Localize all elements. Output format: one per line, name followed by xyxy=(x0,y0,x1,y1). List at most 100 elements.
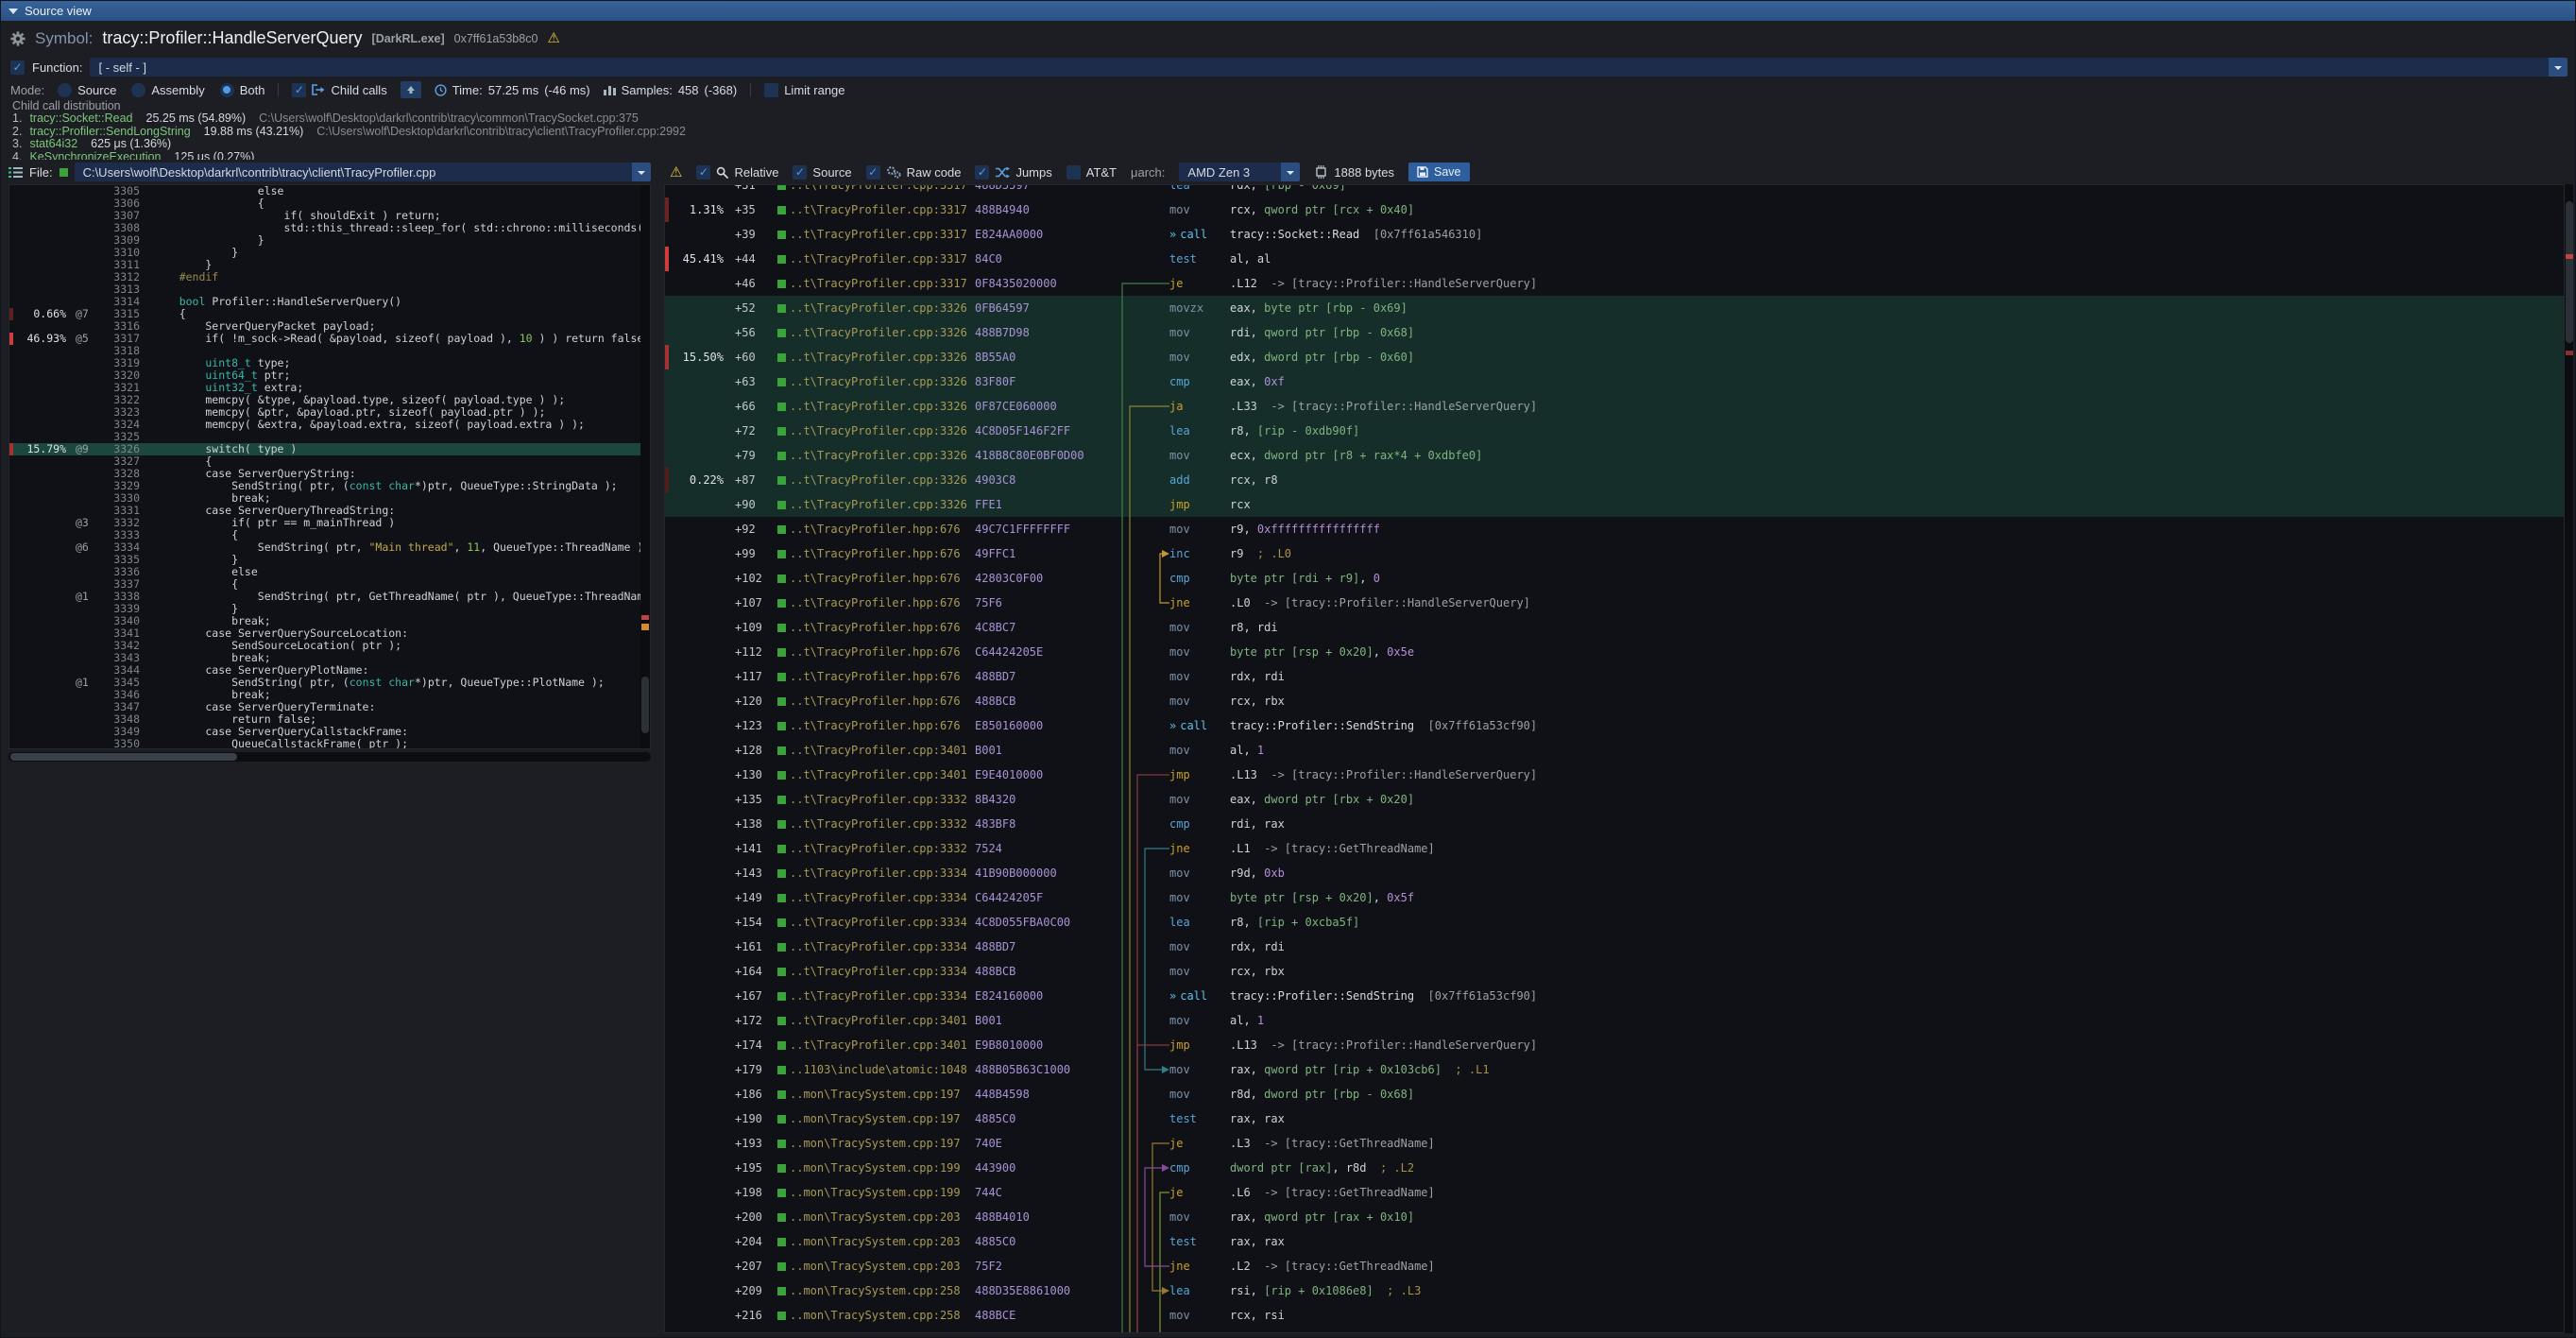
asm-row[interactable]: +141..t\TracyProfiler.cpp:33327524jne.L1… xyxy=(665,836,2564,861)
asm-location[interactable]: ..t\TracyProfiler.cpp:3326 xyxy=(790,419,975,443)
asm-row[interactable]: +123..t\TracyProfiler.hpp:676E850160000»… xyxy=(665,713,2564,738)
chevron-down-icon[interactable] xyxy=(1281,163,1300,181)
source-line[interactable]: 3348 return false; xyxy=(9,713,650,726)
chevron-down-icon[interactable] xyxy=(632,163,651,181)
asm-row[interactable]: 0.22%+87..t\TracyProfiler.cpp:33264903C8… xyxy=(665,468,2564,492)
asm-row[interactable]: +112..t\TracyProfiler.hpp:676C64424205Em… xyxy=(665,640,2564,664)
asm-row[interactable]: +209..mon\TracySystem.cpp:258488D35E8861… xyxy=(665,1278,2564,1303)
collapse-arrow-icon[interactable] xyxy=(9,9,18,14)
source-line[interactable]: 3333 { xyxy=(9,529,650,541)
source-line[interactable]: 3341 case ServerQuerySourceLocation: xyxy=(9,627,650,640)
source-line[interactable]: 3325 xyxy=(9,431,650,443)
source-line[interactable]: 3340 break; xyxy=(9,615,650,627)
source-line[interactable]: 3316 ServerQueryPacket payload; xyxy=(9,320,650,333)
asm-row[interactable]: +46..t\TracyProfiler.cpp:33170F843502000… xyxy=(665,271,2564,296)
source-line[interactable]: 3327 { xyxy=(9,455,650,468)
source-line[interactable]: @13338 SendString( ptr, GetThreadName( p… xyxy=(9,591,650,603)
asm-row[interactable]: +120..t\TracyProfiler.hpp:676488BCBmovrc… xyxy=(665,689,2564,713)
child-call-row[interactable]: 3.stat64i32625 μs (1.36%) xyxy=(12,138,2575,151)
child-call-row[interactable]: 4.KeSynchronizeExecution125 μs (0.27%) xyxy=(12,151,2575,161)
asm-row[interactable]: +63..t\TracyProfiler.cpp:332683F80Fcmpea… xyxy=(665,369,2564,394)
asm-location[interactable]: ..mon\TracySystem.cpp:203 xyxy=(790,1205,975,1229)
source-line[interactable]: 3324 memcpy( &extra, &payload.extra, siz… xyxy=(9,419,650,431)
chevron-down-icon[interactable] xyxy=(2549,58,2567,77)
asm-location[interactable]: ..t\TracyProfiler.cpp:3334 xyxy=(790,885,975,910)
asm-location[interactable]: ..t\TracyProfiler.cpp:3326 xyxy=(790,345,975,369)
asm-row[interactable]: +102..t\TracyProfiler.hpp:67642803C0F00c… xyxy=(665,566,2564,591)
function-combo[interactable]: [ - self - ] xyxy=(90,58,2567,77)
source-line[interactable]: 3328 case ServerQueryString: xyxy=(9,468,650,480)
asm-row[interactable]: 1.31%+35..t\TracyProfiler.cpp:3317488B49… xyxy=(665,197,2564,222)
asm-location[interactable]: ..t\TracyProfiler.cpp:3326 xyxy=(790,443,975,468)
asm-row[interactable]: +117..t\TracyProfiler.hpp:676488BD7movrd… xyxy=(665,664,2564,689)
source-line[interactable]: 0.66%@73315 { xyxy=(9,308,650,320)
asm-location[interactable]: ..t\TracyProfiler.cpp:3326 xyxy=(790,492,975,517)
asm-location[interactable]: ..t\TracyProfiler.cpp:3317 xyxy=(790,247,975,271)
jumps-checkbox[interactable] xyxy=(975,165,989,180)
asm-location[interactable]: ..mon\TracySystem.cpp:199 xyxy=(790,1180,975,1205)
asm-row[interactable]: +109..t\TracyProfiler.hpp:6764C8BC7movr8… xyxy=(665,615,2564,640)
source-line[interactable]: 3308 std::this_thread::sleep_for( std::c… xyxy=(9,222,650,234)
asm-location[interactable]: ..1103\include\atomic:1048 xyxy=(790,1057,975,1082)
source-line[interactable]: 3330 break; xyxy=(9,492,650,505)
source-line[interactable]: 46.93%@53317 if( !m_sock->Read( &payload… xyxy=(9,333,650,345)
mode-option-both[interactable]: Both xyxy=(220,83,265,97)
source-line[interactable]: 3344 case ServerQueryPlotName: xyxy=(9,664,650,677)
source-hscrollbar[interactable] xyxy=(9,752,651,762)
titlebar[interactable]: Source view xyxy=(1,1,2575,21)
source-line[interactable]: 3306 { xyxy=(9,197,650,210)
asm-row[interactable]: +135..t\TracyProfiler.cpp:33328B4320move… xyxy=(665,787,2564,812)
asm-location[interactable]: ..t\TracyProfiler.cpp:3334 xyxy=(790,935,975,959)
source-line[interactable]: 3336 else xyxy=(9,566,650,578)
asm-row[interactable]: +216..mon\TracySystem.cpp:258488BCEmovrc… xyxy=(665,1303,2564,1328)
radio-icon[interactable] xyxy=(220,83,234,97)
source-line[interactable]: 3310 } xyxy=(9,247,650,259)
asm-location[interactable]: ..mon\TracySystem.cpp:258 xyxy=(790,1303,975,1328)
asm-row[interactable]: +107..t\TracyProfiler.hpp:67675F6jne.L0 … xyxy=(665,591,2564,615)
asm-row[interactable]: +31..t\TracyProfiler.cpp:3317488D5597lea… xyxy=(665,184,2564,197)
asm-row[interactable]: +167..t\TracyProfiler.cpp:3334E824160000… xyxy=(665,984,2564,1008)
asm-row[interactable]: +172..t\TracyProfiler.cpp:3401B001moval,… xyxy=(665,1008,2564,1033)
asm-row[interactable]: +174..t\TracyProfiler.cpp:3401E9B8010000… xyxy=(665,1033,2564,1057)
limit-range-checkbox[interactable] xyxy=(764,83,778,97)
source-checkbox[interactable] xyxy=(793,165,807,180)
source-line[interactable]: 3309 } xyxy=(9,234,650,247)
raw-code-checkbox[interactable] xyxy=(866,165,880,180)
asm-location[interactable]: ..t\TracyProfiler.hpp:676 xyxy=(790,713,975,738)
source-line[interactable]: 3319 uint8_t type; xyxy=(9,357,650,369)
source-line[interactable]: 3335 } xyxy=(9,554,650,566)
source-line[interactable]: 3323 memcpy( &ptr, &payload.ptr, sizeof(… xyxy=(9,406,650,419)
radio-icon[interactable] xyxy=(131,83,145,97)
asm-location[interactable]: ..t\TracyProfiler.hpp:676 xyxy=(790,591,975,615)
child-call-row[interactable]: 1.tracy::Socket::Read25.25 ms (54.89%)C:… xyxy=(12,112,2575,126)
function-checkbox[interactable] xyxy=(10,60,25,75)
asm-location[interactable]: ..t\TracyProfiler.cpp:3326 xyxy=(790,320,975,345)
source-line[interactable]: 3321 uint32_t extra; xyxy=(9,382,650,394)
asm-row[interactable]: +207..mon\TracySystem.cpp:20375F2jne.L2 … xyxy=(665,1254,2564,1278)
asm-location[interactable]: ..t\TracyProfiler.hpp:676 xyxy=(790,517,975,541)
child-call-row[interactable]: 2.tracy::Profiler::SendLongString19.88 m… xyxy=(12,126,2575,139)
child-calls-checkbox[interactable] xyxy=(292,83,306,97)
mode-option-source[interactable]: Source xyxy=(58,83,116,97)
asm-row[interactable]: +149..t\TracyProfiler.cpp:3334C64424205F… xyxy=(665,885,2564,910)
att-toggle[interactable]: AT&T xyxy=(1066,165,1117,180)
asm-row[interactable]: +198..mon\TracySystem.cpp:199744Cje.L6 -… xyxy=(665,1180,2564,1205)
source-line[interactable]: 3346 break; xyxy=(9,689,650,701)
asm-location[interactable]: ..t\TracyProfiler.cpp:3332 xyxy=(790,836,975,861)
source-line[interactable]: 3349 case ServerQueryCallstackFrame: xyxy=(9,726,650,738)
source-line[interactable]: 3337 { xyxy=(9,578,650,591)
save-button[interactable]: Save xyxy=(1408,163,1470,181)
asm-row[interactable]: +130..t\TracyProfiler.cpp:3401E9E4010000… xyxy=(665,763,2564,787)
source-line[interactable]: 3313 xyxy=(9,283,650,296)
asm-location[interactable]: ..mon\TracySystem.cpp:203 xyxy=(790,1229,975,1254)
source-line[interactable]: 3320 uint64_t ptr; xyxy=(9,369,650,382)
source-line[interactable]: 3343 break; xyxy=(9,652,650,664)
asm-location[interactable]: ..mon\TracySystem.cpp:199 xyxy=(790,1156,975,1180)
asm-location[interactable]: ..t\TracyProfiler.hpp:676 xyxy=(790,566,975,591)
asm-location[interactable]: ..t\TracyProfiler.cpp:3401 xyxy=(790,1008,975,1033)
asm-location[interactable]: ..t\TracyProfiler.cpp:3326 xyxy=(790,468,975,492)
asm-row[interactable]: +56..t\TracyProfiler.cpp:3326488B7D98mov… xyxy=(665,320,2564,345)
source-line[interactable]: 3312 #endif xyxy=(9,271,650,283)
source-line[interactable]: @63334 SendString( ptr, "Main thread", 1… xyxy=(9,541,650,554)
asm-row[interactable]: +92..t\TracyProfiler.hpp:67649C7C1FFFFFF… xyxy=(665,517,2564,541)
